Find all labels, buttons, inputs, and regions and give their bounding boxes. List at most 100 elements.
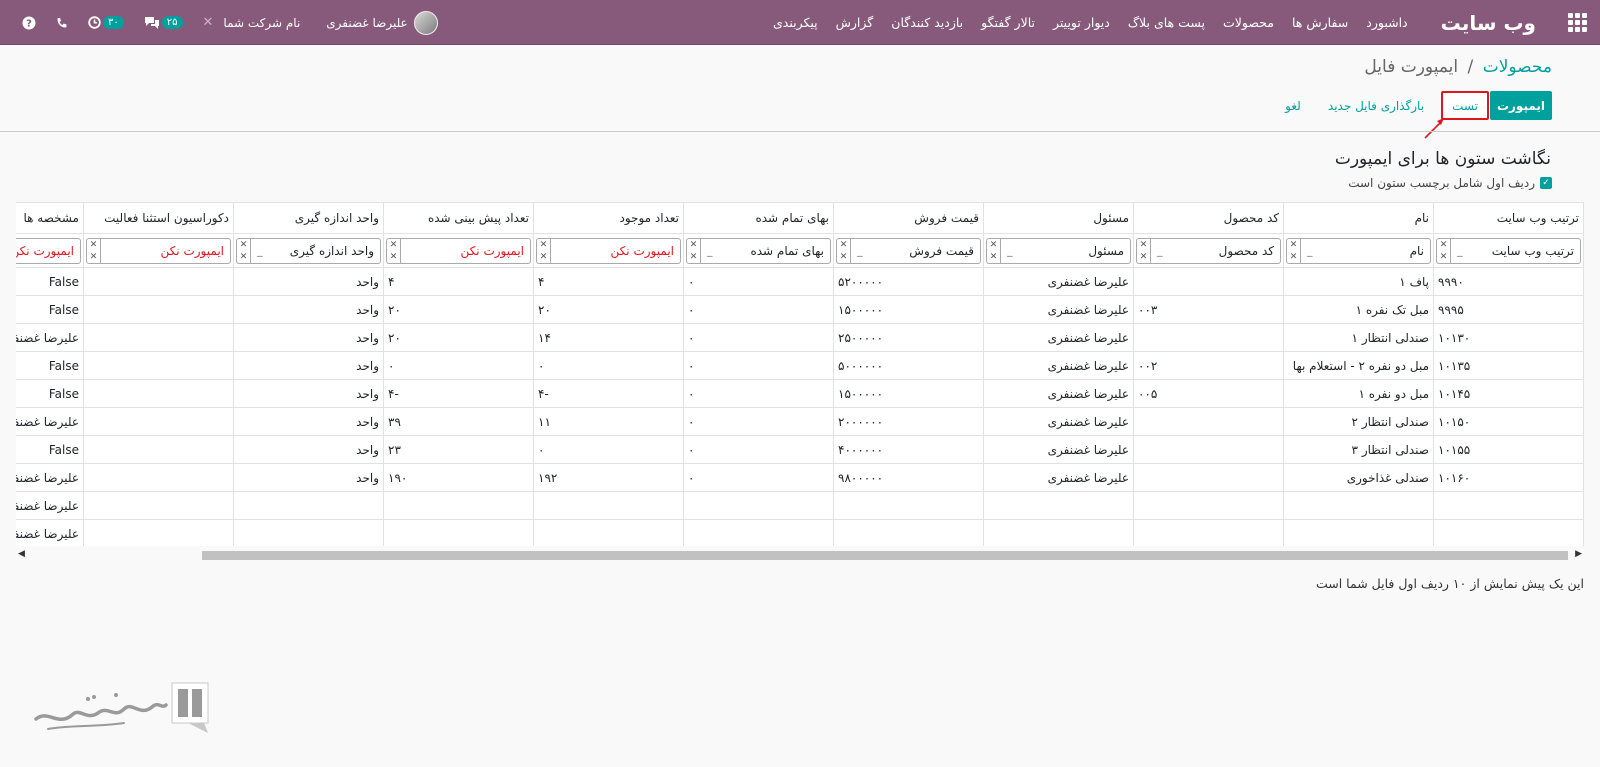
import-button[interactable]: ایمپورت [1490,91,1552,120]
preview-table-container: ترتیب وب سایت نام کد محصول مسئول قیمت فروش به… [16,202,1584,546]
table-cell-qty-on-hand [533,491,684,520]
table-cell-attributes: علیرضا غضنفری [16,407,84,436]
preview-note: این یک پیش نمایش از ۱۰ ردیف اول فایل شما… [1315,576,1584,591]
menu-item-configuration[interactable]: پیکربندی [764,15,827,30]
phone-icon[interactable] [56,17,68,29]
mapping-cell-name: نام _ ✕ ✕ [1283,233,1434,268]
reload-file-button[interactable]: بارگذاری فایل جدید [1321,91,1431,120]
table-cell-forecast-qty: ۳۹ [383,407,534,436]
table-cell-name: صندلی انتظار ۱ [1283,323,1434,352]
table-cell-uom: واحد [233,435,384,464]
table-cell-activity-exception [83,491,234,520]
field-select-activity-exception[interactable]: ایمپورت نکن ✕ ✕ [86,237,231,264]
field-select-uom[interactable]: واحد اندازه گیری _ ✕ ✕ [236,237,381,264]
menu-item-twitter-wall[interactable]: دیوار توییتر [1044,15,1119,30]
menu-item-orders[interactable]: سفارش ها [1283,15,1357,30]
header-checkbox-row[interactable]: ✓ ردیف اول شامل برچسب ستون است [1348,176,1552,190]
table-cell-website-sequence: ۱۰۱۶۰ [1433,463,1584,492]
header-checkbox[interactable]: ✓ [1540,177,1552,189]
clear-selection-icon[interactable]: ✕ ✕ [687,238,701,263]
table-cell-website-sequence: ۱۰۱۳۵ [1433,351,1584,380]
preview-table-body: ۹۹۹۰ پاف ۱ علیرضا غضنفری ۵۲۰۰۰۰۰ ۰ ۴ ۴ واحد Fals… [16,267,1584,546]
field-select-cost[interactable]: بهای تمام شده _ ✕ ✕ [686,237,831,264]
table-cell-sales-price: ۹۸۰۰۰۰۰ [833,463,984,492]
table-cell-responsible: علیرضا غضنفری [983,351,1134,380]
scroll-right-arrow-icon[interactable]: ▶ [1575,549,1582,559]
mapping-cell-website-sequence: ترتیب وب سایت _ ✕ ✕ [1433,233,1584,268]
column-header-forecast-qty: تعداد پیش بینی شده [383,202,534,234]
clear-selection-icon[interactable]: ✕ ✕ [1437,238,1451,263]
table-cell-attributes: False [16,295,84,324]
clear-selection-icon[interactable]: ✕ ✕ [1137,238,1151,263]
scrollbar-thumb[interactable] [202,551,1568,560]
table-cell-name: صندلی انتظار ۳ [1283,435,1434,464]
user-menu[interactable]: علیرضا غضنفری [326,10,438,35]
clear-selection-icon[interactable]: ✕ ✕ [537,238,551,263]
field-select-forecast-qty[interactable]: ایمپورت نکن ✕ ✕ [386,237,531,264]
activities-menu[interactable]: ۳۰ [88,16,124,29]
mapping-cell-responsible: مسئول _ ✕ ✕ [983,233,1134,268]
table-cell-cost: ۰ [683,379,834,408]
table-cell-cost: ۰ [683,435,834,464]
table-cell-product-code: ۰۰۵ [1133,379,1284,408]
clear-selection-icon[interactable]: ✕ ✕ [987,238,1001,263]
field-select-product-code[interactable]: کد محصول _ ✕ ✕ [1136,237,1281,264]
table-cell-forecast-qty: ۴ [383,267,534,296]
menu-item-visitors[interactable]: بازدید کنندگان [882,15,972,30]
table-cell-product-code [1133,463,1284,492]
menu-item-products[interactable]: محصولات [1214,15,1283,30]
column-header-name: نام [1283,202,1434,234]
table-cell-name [1283,519,1434,546]
table-cell-cost: ۰ [683,295,834,324]
field-select-name[interactable]: نام _ ✕ ✕ [1286,237,1431,264]
table-cell-activity-exception [83,323,234,352]
field-select-website-sequence[interactable]: ترتیب وب سایت _ ✕ ✕ [1436,237,1581,264]
test-button[interactable]: تست [1441,91,1489,120]
table-row: ۹۹۹۰ پاف ۱ علیرضا غضنفری ۵۲۰۰۰۰۰ ۰ ۴ ۴ واحد Fals… [16,267,1584,296]
table-cell-name [1283,491,1434,520]
scroll-left-arrow-icon[interactable]: ◀ [18,549,25,559]
table-cell-sales-price: ۱۵۰۰۰۰۰ [833,379,984,408]
table-cell-uom [233,519,384,546]
messages-menu[interactable]: ۲۵ [144,16,183,29]
table-row: ۱۰۱۳۰ صندلی انتظار ۱ علیرضا غضنفری ۲۵۰۰۰۰۰ ۰… [16,323,1584,352]
user-name: علیرضا غضنفری [326,15,408,30]
horizontal-scrollbar[interactable]: ◀ ▶ [16,548,1584,562]
field-select-attributes[interactable]: ایمپورت نکن✕✕ [16,237,81,264]
table-cell-forecast-qty: ۰ [383,351,534,380]
field-select-sales-price[interactable]: قیمت فروش _ ✕ ✕ [836,237,981,264]
clear-selection-icon[interactable]: ✕ ✕ [87,238,101,263]
clear-selection-icon[interactable]: ✕ ✕ [387,238,401,263]
debug-tools-icon[interactable]: ✕ [203,15,214,30]
help-icon[interactable]: ? [22,16,36,30]
table-cell-uom [233,491,384,520]
column-header-cost: بهای تمام شده [683,202,834,234]
menu-item-dashboard[interactable]: داشبورد [1357,15,1416,30]
table-cell-qty-on-hand: ۰ [533,351,684,380]
field-select-value: بهای تمام شده [750,243,824,258]
menu-item-blog-posts[interactable]: پست های بلاگ [1119,15,1214,30]
table-cell-forecast-qty: ۱۹۰ [383,463,534,492]
control-panel-divider [0,131,1600,132]
company-switcher[interactable]: نام شرکت شما [223,16,300,30]
clear-selection-icon[interactable]: ✕ ✕ [837,238,851,263]
cancel-button[interactable]: لغو [1276,91,1310,120]
table-cell-attributes: علیرضا غضنفری [16,323,84,352]
clock-icon [88,16,101,29]
clear-selection-icon[interactable]: ✕ ✕ [1287,238,1301,263]
menu-item-forum[interactable]: تالار گفتگو [972,15,1044,30]
table-cell-name: مبل دو نفره ۱ [1283,379,1434,408]
table-cell-responsible: علیرضا غضنفری [983,295,1134,324]
clear-selection-icon[interactable]: ✕ ✕ [237,238,251,263]
mapping-cell-forecast-qty: ایمپورت نکن ✕ ✕ [383,233,534,268]
menu-item-reporting[interactable]: گزارش [827,15,883,30]
breadcrumb-products-link[interactable]: محصولات [1483,57,1552,77]
table-cell-product-code [1133,323,1284,352]
column-header-sales-price: قیمت فروش [833,202,984,234]
table-cell-attributes: علیرضا غضنفری [16,519,84,546]
field-select-qty-on-hand[interactable]: ایمپورت نکن ✕ ✕ [536,237,681,264]
table-row: ۱۰۱۶۰ صندلی غذاخوری علیرضا غضنفری ۹۸۰۰۰۰۰ ۰ ۱… [16,463,1584,492]
app-brand[interactable]: وب سایت [1441,11,1536,35]
apps-menu-icon[interactable] [1554,0,1600,45]
field-select-responsible[interactable]: مسئول _ ✕ ✕ [986,237,1131,264]
